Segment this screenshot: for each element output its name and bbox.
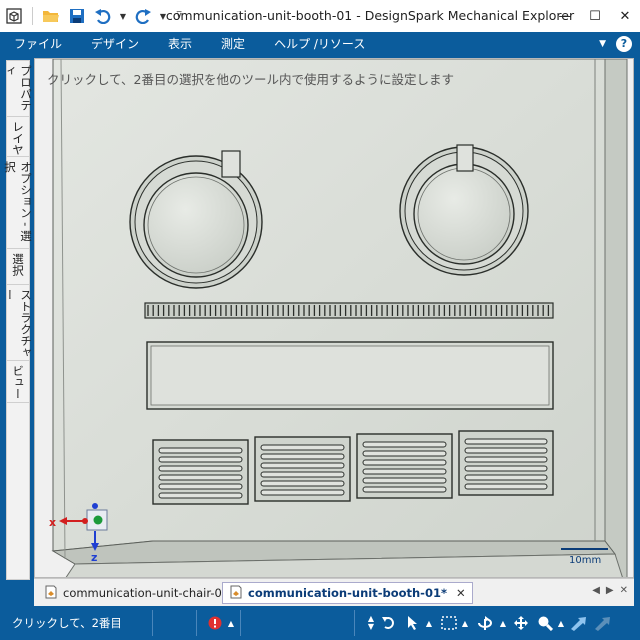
display-panel	[146, 341, 554, 410]
side-tab-properties[interactable]: プロパティ	[3, 61, 33, 117]
3d-viewport[interactable]: x z 10mm クリックして、2番目の選択を他のツール内で使用するように設定し…	[34, 58, 634, 578]
box-select-dropdown-icon[interactable]: ▲	[456, 615, 474, 631]
rotate-view-icon[interactable]	[476, 615, 494, 631]
document-icon	[229, 585, 243, 602]
minimize-button[interactable]: —	[550, 0, 580, 32]
window-title: communication-unit-booth-01 - DesignSpar…	[165, 8, 575, 23]
axis-x-label: x	[49, 516, 56, 529]
right-dial	[399, 144, 529, 276]
menu-design[interactable]: デザイン	[77, 32, 154, 56]
previous-view-icon[interactable]	[570, 615, 588, 631]
selection-cycle-icon[interactable]: ▲ ▼	[362, 615, 380, 631]
document-tab-bar: communication-unit-chair-01 communicatio…	[34, 578, 634, 606]
tab-next-icon[interactable]: ▶	[606, 585, 614, 596]
side-tab-options-select[interactable]: オプション - 選択	[3, 157, 33, 249]
rotate-dropdown-icon[interactable]: ▲	[494, 615, 512, 631]
menu-help-resources[interactable]: ヘルプ /リソース	[260, 32, 380, 56]
pan-icon[interactable]	[512, 615, 530, 631]
menu-measure[interactable]: 測定	[207, 32, 260, 56]
document-icon	[44, 585, 58, 602]
doc-tab-label: communication-unit-booth-01*	[248, 586, 447, 600]
side-tab-structure[interactable]: ストラクチャー	[3, 285, 33, 361]
menu-bar: ファイル デザイン 表示 測定 ヘルプ /リソース ▼ ?	[0, 32, 640, 56]
doc-tab-label: communication-unit-chair-01	[63, 586, 230, 600]
grille-strip	[144, 302, 554, 319]
side-tab-views[interactable]: ビュー	[7, 361, 29, 403]
maximize-button[interactable]: ☐	[580, 0, 610, 32]
window-controls: — ☐ ✕	[550, 0, 640, 32]
help-button[interactable]: ?	[616, 36, 632, 52]
zoom-dropdown-icon[interactable]: ▲	[552, 615, 570, 631]
undo-select-icon[interactable]	[380, 615, 398, 631]
model-drawing: x z 10mm	[45, 59, 630, 577]
title-bar: ▼ ▼ ⊽ communication-unit-booth-01 - Desi…	[0, 0, 640, 32]
axis-z-label: z	[91, 551, 97, 564]
side-tab-layers[interactable]: レイヤ	[7, 117, 29, 157]
scale-label: 10mm	[569, 555, 601, 566]
ribbon-collapse-icon[interactable]: ▼	[599, 39, 606, 49]
error-dropdown-icon[interactable]: ▲	[222, 615, 240, 631]
close-tab-icon[interactable]: ✕	[456, 586, 466, 600]
menu-file[interactable]: ファイル	[0, 32, 77, 56]
menu-view[interactable]: 表示	[154, 32, 207, 56]
status-bar: クリックして、2番目の選択を他のツール内で使用するように設定します ▲ ▲▼ ▲…	[0, 606, 640, 640]
status-message: クリックして、2番目の選択を他のツール内で使用するように設定します	[12, 616, 122, 630]
tab-prev-icon[interactable]: ◀	[592, 585, 600, 596]
side-tab-select[interactable]: 選択	[7, 249, 29, 285]
close-button[interactable]: ✕	[610, 0, 640, 32]
tab-navigation: ◀ ▶ ✕	[592, 585, 628, 596]
select-dropdown-icon[interactable]: ▲	[420, 615, 438, 631]
doc-tab-chair[interactable]: communication-unit-chair-01	[38, 582, 235, 604]
viewport-hint: クリックして、2番目の選択を他のツール内で使用するように設定します	[47, 72, 454, 87]
side-panel: プロパティ レイヤ オプション - 選択 選択 ストラクチャー ビュー	[0, 56, 34, 580]
tab-close-icon[interactable]: ✕	[620, 585, 628, 596]
doc-tab-booth[interactable]: communication-unit-booth-01* ✕	[222, 582, 473, 604]
next-view-icon[interactable]	[594, 615, 612, 631]
